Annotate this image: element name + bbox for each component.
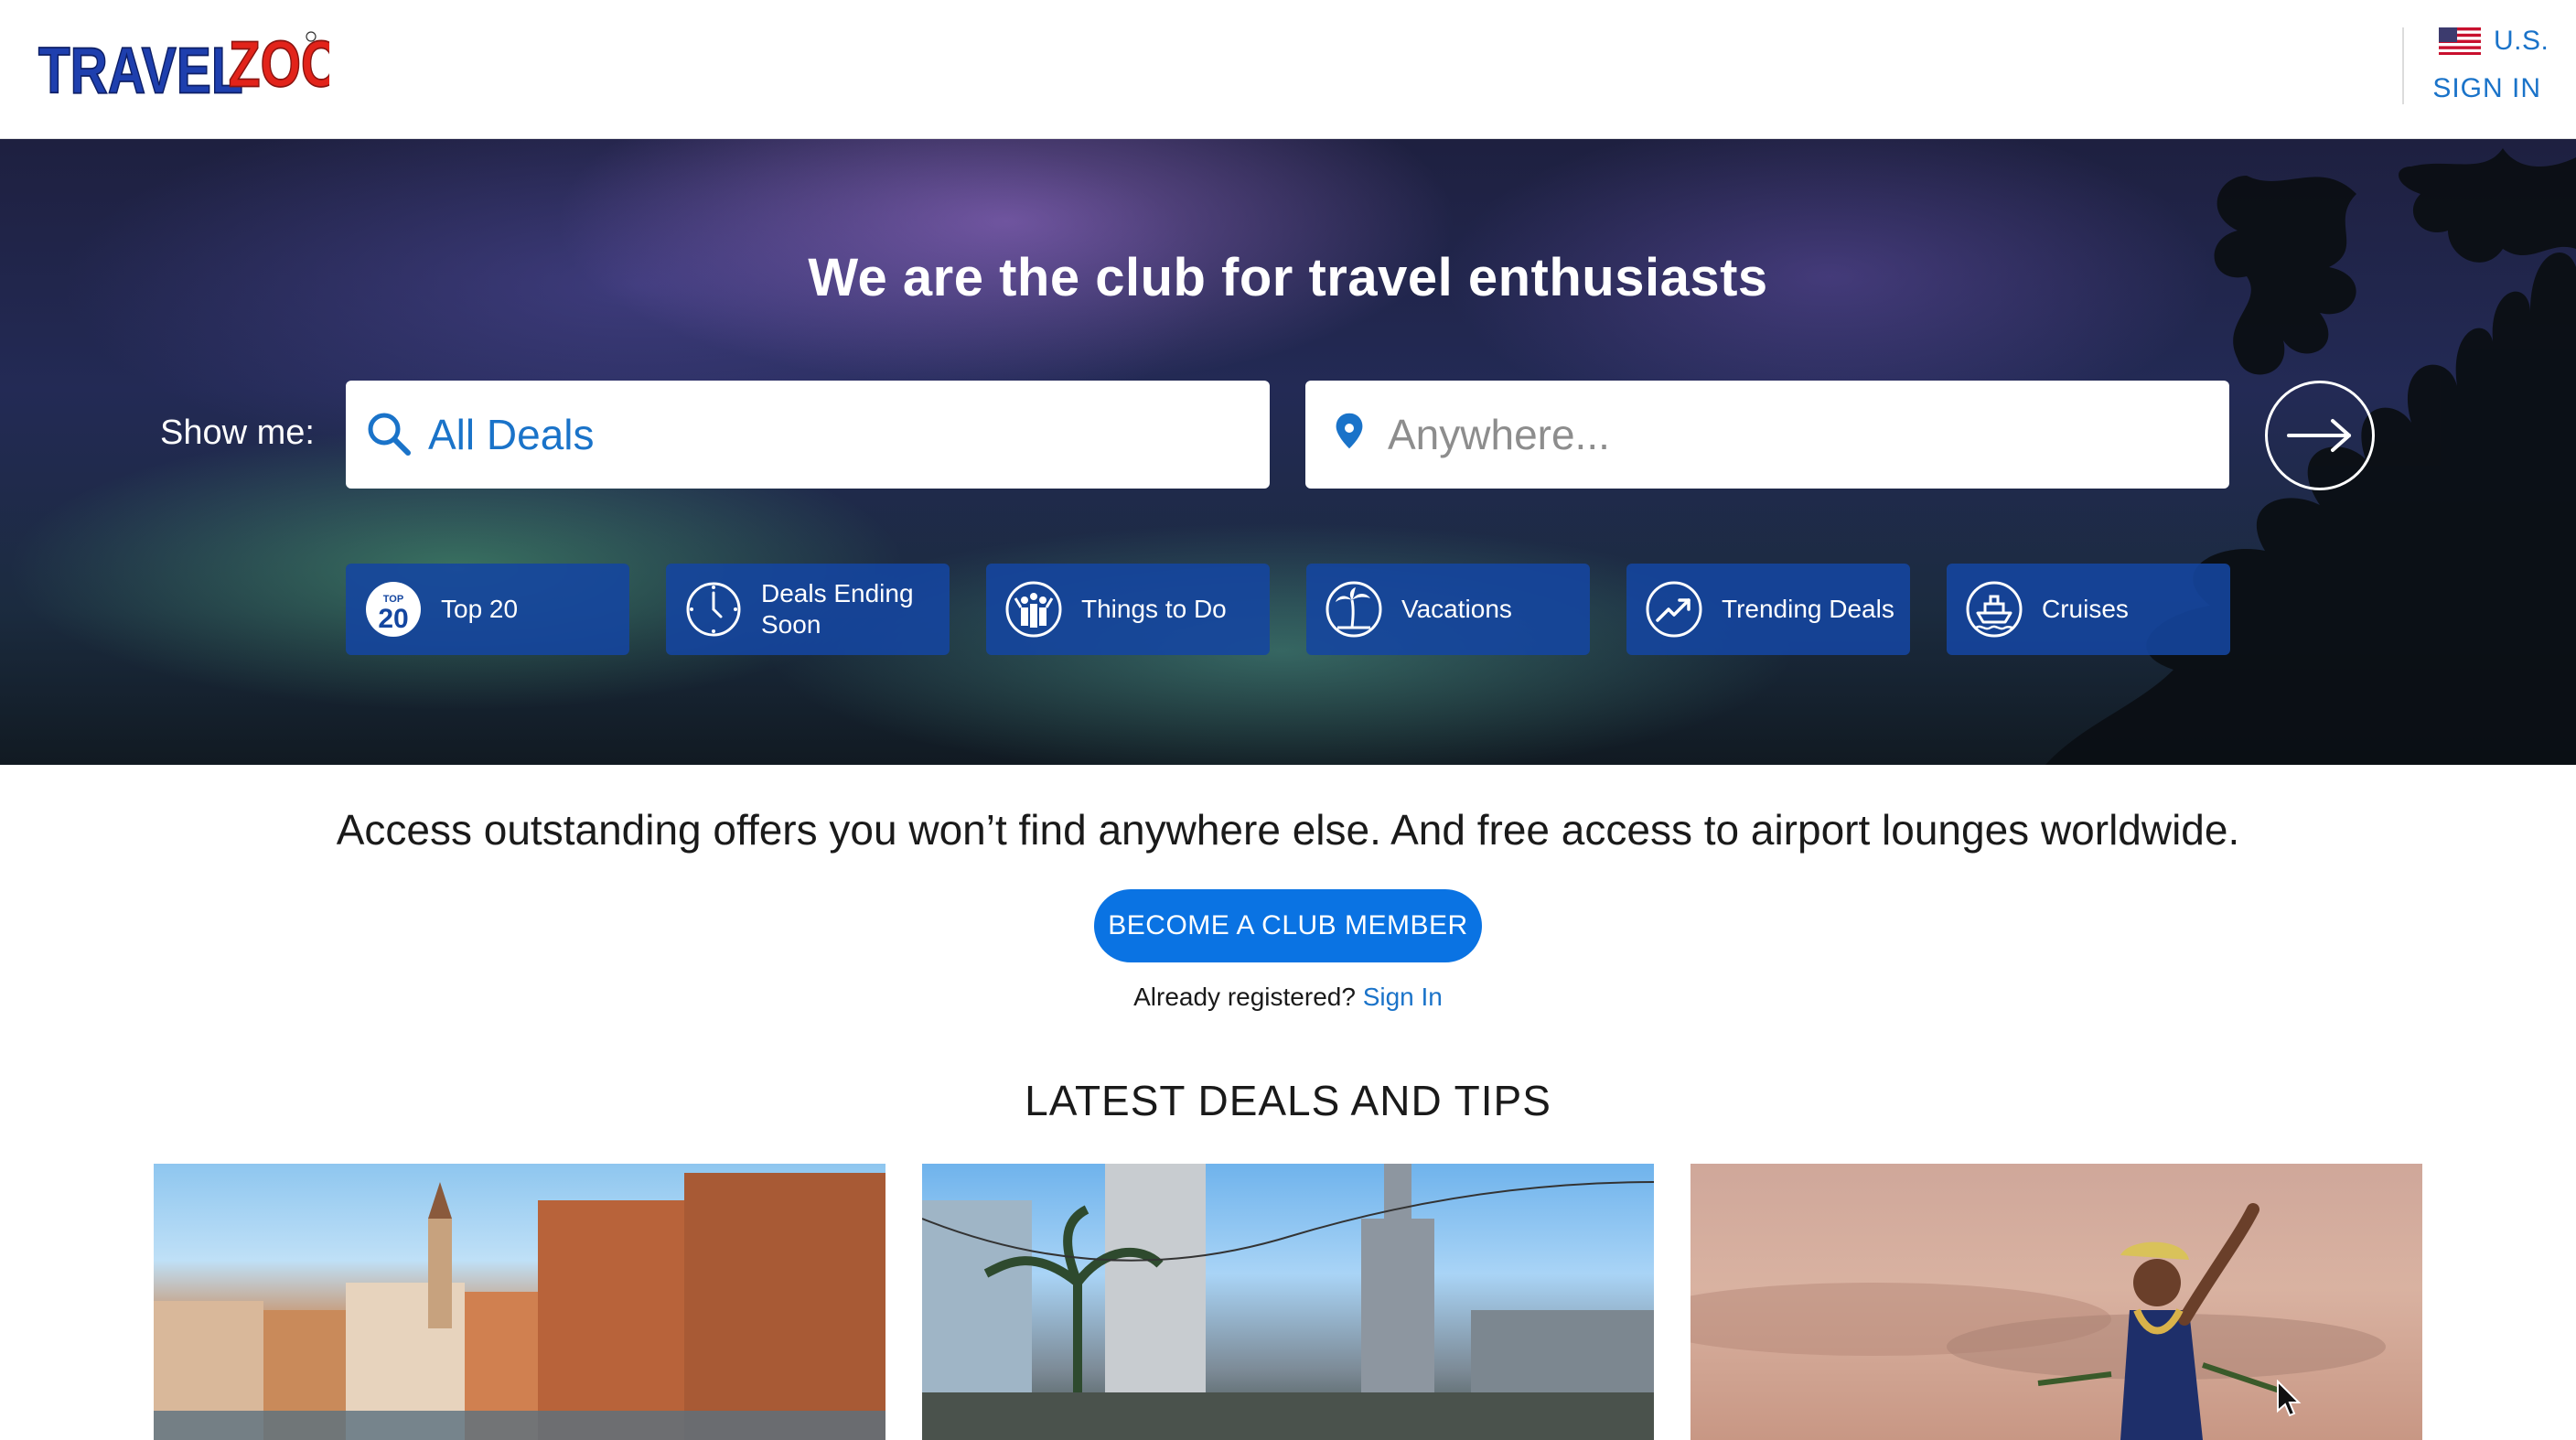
deal-cards bbox=[154, 1164, 2422, 1440]
chip-top-20[interactable]: TOP 20 Top 20 bbox=[346, 564, 629, 655]
sign-in-link[interactable]: SIGN IN bbox=[2432, 73, 2541, 104]
deal-card-nyc-image[interactable] bbox=[922, 1164, 1654, 1440]
already-registered: Already registered? Sign In bbox=[0, 983, 2576, 1012]
chip-label: Deals Ending Soon bbox=[761, 579, 914, 639]
us-flag-icon bbox=[2439, 27, 2481, 55]
registered-prefix: Already registered? bbox=[1133, 983, 1356, 1011]
region-label: U.S. bbox=[2494, 26, 2549, 56]
hero-title: We are the club for travel enthusiasts bbox=[808, 248, 1768, 307]
category-chips: TOP 20 Top 20 Deals Ending Soon Things t… bbox=[346, 564, 2230, 655]
svg-text:ZOO: ZOO bbox=[229, 27, 329, 101]
search-submit-button[interactable] bbox=[2265, 381, 2375, 490]
chip-vacations[interactable]: Vacations bbox=[1306, 564, 1590, 655]
header-divider bbox=[2402, 27, 2404, 104]
arrow-right-icon bbox=[2287, 419, 2351, 452]
clock-icon bbox=[686, 582, 741, 637]
promo-text: Access outstanding offers you won’t find… bbox=[336, 806, 2240, 854]
trending-icon bbox=[1646, 581, 1702, 638]
chip-label: Cruises bbox=[2042, 595, 2129, 623]
show-me-label: Show me: bbox=[160, 414, 315, 452]
people-icon bbox=[1005, 581, 1062, 638]
ship-icon bbox=[1966, 581, 2023, 638]
chip-label: Things to Do bbox=[1081, 595, 1227, 623]
mouse-cursor-icon bbox=[2277, 1380, 2302, 1417]
hula-dancer-image bbox=[1690, 1203, 2386, 1440]
location-field[interactable] bbox=[1305, 381, 2229, 489]
deal-type-value: All Deals bbox=[428, 411, 595, 458]
chip-deals-ending-soon[interactable]: Deals Ending Soon bbox=[666, 564, 950, 655]
travelzoo-logo[interactable]: TRAVEL ZOO bbox=[37, 27, 329, 110]
chip-label: Trending Deals bbox=[1722, 595, 1894, 623]
svg-text:TRAVEL: TRAVEL bbox=[38, 34, 243, 107]
chip-trending-deals[interactable]: Trending Deals bbox=[1626, 564, 1910, 655]
search-icon bbox=[368, 413, 411, 456]
chip-label: Top 20 bbox=[441, 595, 519, 623]
deal-card-venice-image[interactable] bbox=[154, 1164, 886, 1440]
chip-cruises[interactable]: Cruises bbox=[1947, 564, 2230, 655]
site-header: TRAVEL ZOO U.S. SIGN IN bbox=[0, 0, 2576, 139]
nyc-skyline-image bbox=[922, 1164, 1654, 1440]
sign-in-link-secondary[interactable]: Sign In bbox=[1363, 983, 1443, 1011]
venice-buildings-image bbox=[154, 1173, 886, 1440]
location-pin-icon bbox=[1336, 413, 1363, 449]
location-input[interactable] bbox=[1388, 410, 2193, 459]
region-selector[interactable]: U.S. bbox=[2439, 26, 2549, 57]
deal-card-hawaii-image[interactable] bbox=[1690, 1164, 2422, 1440]
palm-tree-icon bbox=[1326, 581, 1382, 638]
deal-type-selector[interactable]: All Deals bbox=[346, 381, 1270, 489]
become-member-button[interactable]: BECOME A CLUB MEMBER bbox=[1094, 889, 1482, 962]
hero-banner: We are the club for travel enthusiasts S… bbox=[0, 139, 2576, 765]
chip-label: Vacations bbox=[1401, 595, 1512, 623]
top20-icon: TOP 20 bbox=[366, 582, 421, 637]
svg-text:20: 20 bbox=[378, 604, 408, 634]
latest-deals-heading: LATEST DEALS AND TIPS bbox=[1025, 1077, 1551, 1124]
chip-things-to-do[interactable]: Things to Do bbox=[986, 564, 1270, 655]
